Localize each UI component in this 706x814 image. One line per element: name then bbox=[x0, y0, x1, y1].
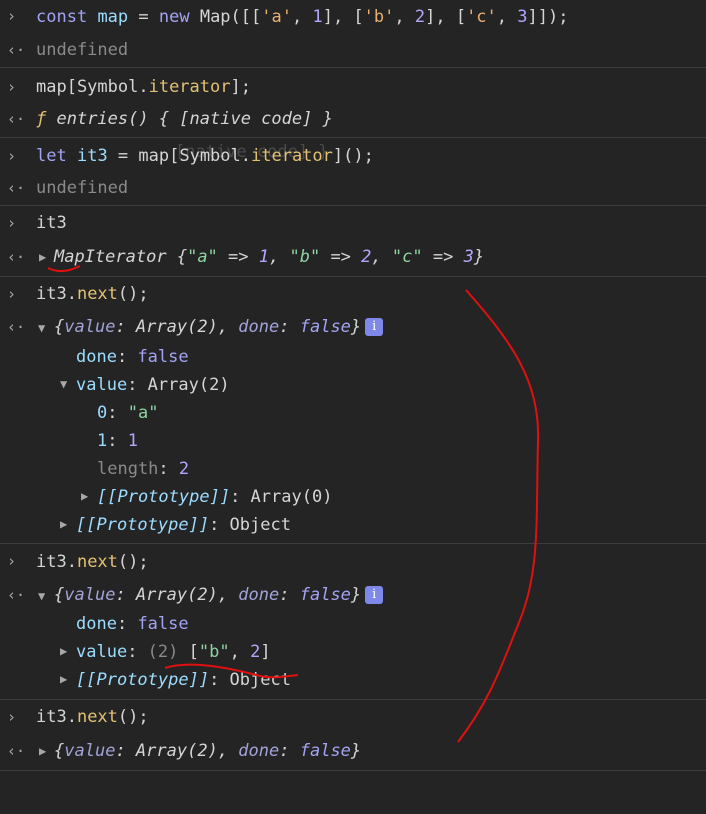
input-code: const map = new Map([['a', 1], ['b', 2],… bbox=[36, 7, 569, 27]
prop-done: done: false bbox=[76, 614, 189, 634]
prompt-icon: › bbox=[7, 552, 17, 570]
prompt-icon: › bbox=[7, 214, 17, 232]
prop-done: done: false bbox=[76, 347, 189, 367]
expand-toggle-icon[interactable]: ▼ bbox=[38, 589, 45, 603]
tree-row[interactable]: ▶ [[Prototype]]: Array(0) bbox=[0, 482, 706, 510]
expand-toggle-icon[interactable]: ▶ bbox=[60, 517, 67, 531]
object-tree-root[interactable]: ‹· ▶ {value: Array(2), done: false} bbox=[0, 734, 706, 768]
return-icon: ‹· bbox=[7, 318, 26, 336]
prop-prototype: [[Prototype]]: Array(0) bbox=[97, 487, 333, 507]
console-output-row: ‹· ƒ entries() { [native code] } bbox=[0, 102, 706, 136]
info-icon[interactable]: i bbox=[365, 318, 384, 336]
prompt-icon: › bbox=[7, 285, 17, 303]
prompt-icon: › bbox=[7, 708, 17, 726]
output-value: undefined bbox=[36, 40, 129, 60]
info-icon[interactable]: i bbox=[365, 586, 384, 604]
expand-toggle-icon[interactable]: ▶ bbox=[60, 644, 67, 658]
expand-toggle-icon[interactable]: ▶ bbox=[60, 672, 67, 686]
prompt-icon: › bbox=[7, 78, 17, 96]
prompt-icon: › bbox=[7, 147, 17, 165]
console-input-row[interactable]: › it3.next(); bbox=[0, 276, 706, 311]
expand-toggle-icon[interactable]: ▼ bbox=[60, 377, 67, 391]
tree-row[interactable]: done: false bbox=[0, 610, 706, 638]
input-code: it3.next(); bbox=[36, 284, 149, 304]
input-code: let it3 = map[Symbol.iterator](); bbox=[36, 146, 374, 166]
object-tree-root[interactable]: ‹· ▼ {value: Array(2), done: false} i bbox=[0, 580, 706, 610]
tree-row[interactable]: 1: 1 bbox=[0, 426, 706, 454]
prop-length: length: 2 bbox=[97, 459, 190, 479]
tree-row[interactable]: ▶ [[Prototype]]: Object bbox=[0, 666, 706, 696]
input-code: map[Symbol.iterator]; bbox=[36, 77, 251, 97]
prop-value: value: Array(2) bbox=[76, 375, 230, 395]
expand-toggle-icon[interactable]: ▶ bbox=[39, 250, 46, 264]
object-preview[interactable]: {value: Array(2), done: false} i bbox=[54, 317, 384, 337]
return-icon: ‹· bbox=[7, 742, 26, 760]
expand-toggle-icon[interactable]: ▼ bbox=[38, 321, 45, 335]
output-value: ƒ entries() { [native code] } bbox=[36, 109, 333, 129]
input-code: it3 bbox=[36, 213, 67, 233]
prop-prototype: [[Prototype]]: Object bbox=[76, 670, 291, 690]
console-input-row[interactable]: › it3.next(); bbox=[0, 699, 706, 734]
input-code: it3.next(); bbox=[36, 552, 149, 572]
tree-row[interactable]: ▶ value: (2) ["b", 2] bbox=[0, 638, 706, 666]
expand-toggle-icon[interactable]: ▶ bbox=[39, 744, 46, 758]
tree-row[interactable]: 0: "a" bbox=[0, 398, 706, 426]
prop-value: value: (2) ["b", 2] bbox=[76, 642, 271, 662]
array-item: 0: "a" bbox=[97, 403, 159, 423]
tree-row[interactable]: done: false bbox=[0, 342, 706, 370]
object-preview[interactable]: {value: Array(2), done: false} bbox=[54, 741, 361, 761]
tree-row[interactable]: length: 2 bbox=[0, 454, 706, 482]
console-input-row[interactable]: › map[Symbol.iterator]; bbox=[0, 67, 706, 102]
prop-prototype: [[Prototype]]: Object bbox=[76, 515, 291, 535]
input-code: it3.next(); bbox=[36, 707, 149, 727]
object-preview[interactable]: {value: Array(2), done: false} i bbox=[54, 585, 384, 605]
output-value[interactable]: MapIterator {"a" => 1, "b" => 2, "c" => … bbox=[54, 247, 484, 267]
console-output-row[interactable]: ‹· ▶ MapIterator {"a" => 1, "b" => 2, "c… bbox=[0, 240, 706, 274]
return-icon: ‹· bbox=[7, 110, 26, 128]
array-item: 1: 1 bbox=[97, 431, 138, 451]
console-output-row: ‹· undefined bbox=[0, 34, 706, 66]
return-icon: ‹· bbox=[7, 248, 26, 266]
console-input-row[interactable]: › [native code] } let it3 = map[Symbol.i… bbox=[0, 137, 706, 172]
return-icon: ‹· bbox=[7, 586, 26, 604]
console-input-row[interactable]: › it3 bbox=[0, 205, 706, 240]
console-input-row[interactable]: › it3.next(); bbox=[0, 543, 706, 578]
console-output-row: ‹· undefined bbox=[0, 172, 706, 204]
object-tree-root[interactable]: ‹· ▼ {value: Array(2), done: false} i bbox=[0, 312, 706, 342]
output-value: undefined bbox=[36, 178, 129, 198]
expand-toggle-icon[interactable]: ▶ bbox=[81, 489, 88, 503]
prompt-icon: › bbox=[7, 7, 17, 25]
tree-row[interactable]: ▼ value: Array(2) bbox=[0, 370, 706, 398]
console-input-row[interactable]: › const map = new Map([['a', 1], ['b', 2… bbox=[0, 0, 706, 34]
return-icon: ‹· bbox=[7, 179, 26, 197]
return-icon: ‹· bbox=[7, 41, 26, 59]
tree-row[interactable]: ▶ [[Prototype]]: Object bbox=[0, 510, 706, 540]
